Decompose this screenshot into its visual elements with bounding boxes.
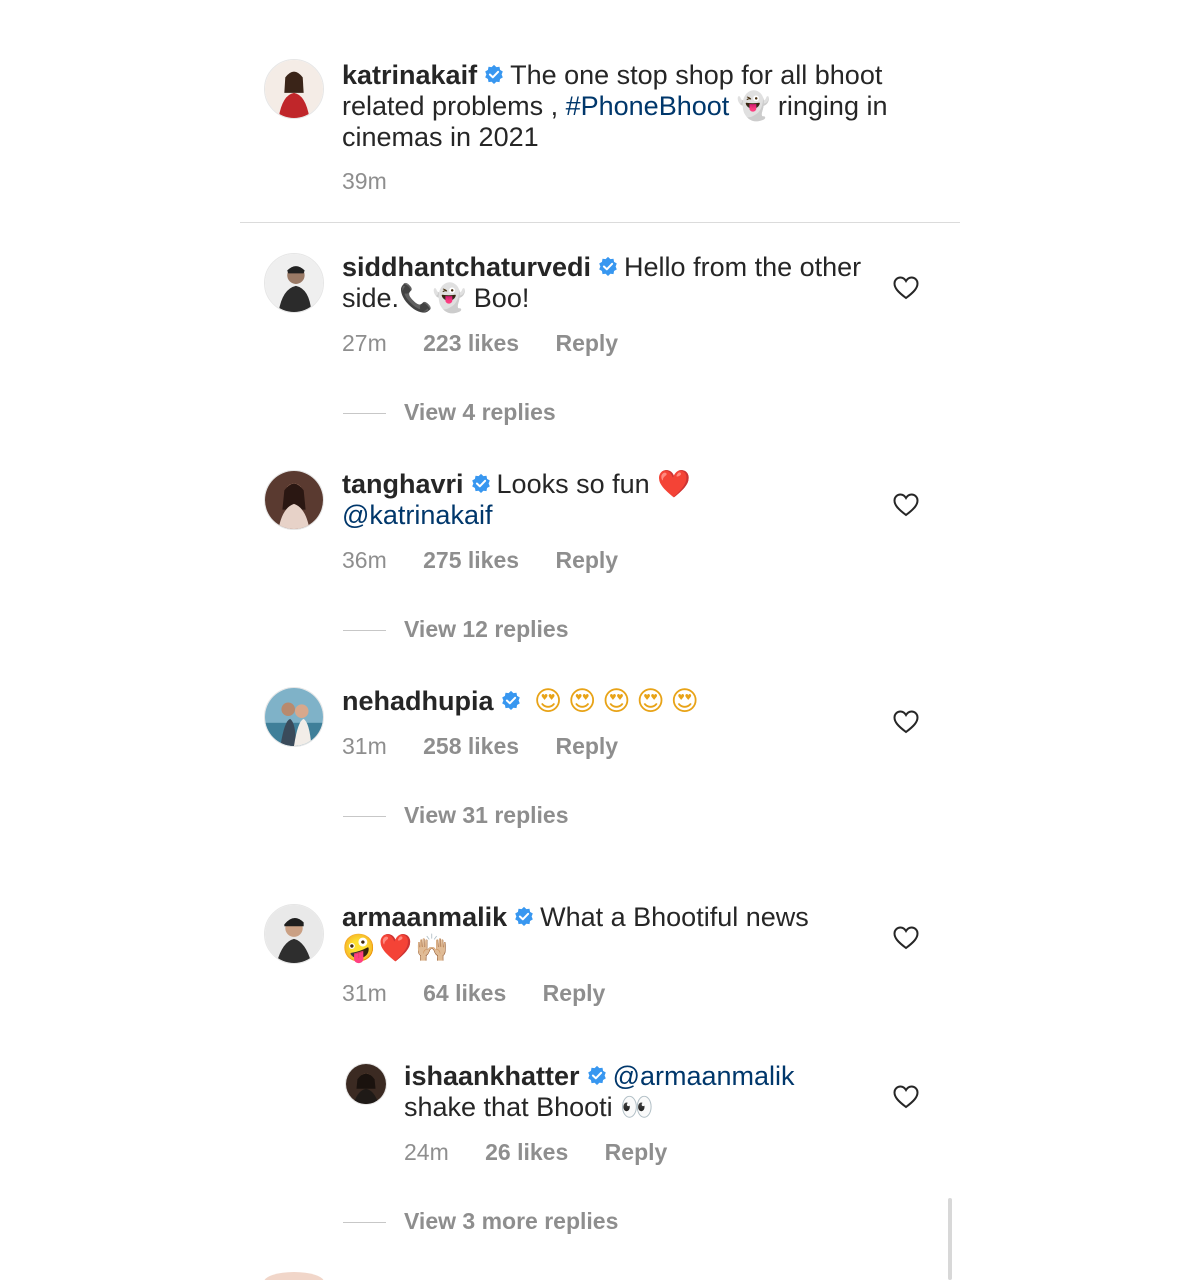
comment-text: armaanmalik What a Bhootiful news 🤪❤️🙌🏼 [342,902,862,964]
comment-text: nehadhupia 😍😍😍😍😍 [342,686,862,717]
comment-text: siddhantchaturvedi Hello from the other s… [342,252,862,314]
view-more-replies-label: View 3 more replies [404,1208,619,1234]
replies-line [343,630,386,632]
view-replies-button[interactable]: View 31 replies [343,802,569,829]
reply-body: shake that Bhooti [404,1092,621,1122]
avatar-nehadhupia[interactable] [264,687,324,747]
heart-icon[interactable] [893,926,919,950]
reply-likes[interactable]: 26 likes [485,1139,568,1166]
heart-icon[interactable] [893,493,919,517]
verified-badge-icon [586,1065,608,1087]
comment-time: 27m [342,330,387,356]
avatar-armaanmalik[interactable] [264,904,324,964]
caption-divider [240,222,960,223]
view-replies-label: View 12 replies [404,616,569,642]
reply-button[interactable]: Reply [605,1139,668,1166]
comment-likes[interactable]: 64 likes [423,980,506,1007]
comment-username[interactable]: nehadhupia [342,686,494,716]
replies-line [343,413,386,415]
heart-eyes-emoji: 😍😍😍😍😍 [534,686,705,717]
view-replies-label: View 31 replies [404,802,569,828]
comment-meta: 31m 258 likes Reply [342,733,618,760]
heart-icon[interactable] [893,276,919,300]
comments-panel: katrinakaif The one stop shop for all bho… [0,0,1200,1280]
caption-text: katrinakaif The one stop shop for all bho… [342,60,942,153]
comment-meta: 27m 223 likes Reply [342,330,618,357]
ghost-emoji: 👻 [736,91,771,122]
comment-body-end: Boo! [466,283,530,313]
view-replies-label: View 4 replies [404,399,556,425]
avatar-siddhantchaturvedi[interactable] [264,253,324,313]
reply-meta: 24m 26 likes Reply [404,1139,667,1166]
avatar-tanghavri[interactable] [264,470,324,530]
comment-meta: 36m 275 likes Reply [342,547,618,574]
reply-mention[interactable]: @armaanmalik [613,1061,795,1091]
caption-meta: 39m [342,168,387,195]
comment-time: 36m [342,547,387,573]
comment-meta: 31m 64 likes Reply [342,980,605,1007]
verified-badge-icon [470,473,492,495]
reply-text: ishaankhatter @armaanmalik shake that Bhoo… [404,1061,864,1123]
comment-username[interactable]: tanghavri [342,469,464,499]
verified-badge-icon [513,906,535,928]
view-replies-button[interactable]: View 12 replies [343,616,569,643]
eyes-emoji: 👀 [620,1092,654,1123]
verified-badge-icon [597,256,619,278]
comment-username[interactable]: siddhantchaturvedi [342,252,591,282]
scrollbar[interactable] [948,1198,952,1280]
heart-icon[interactable] [893,1085,919,1109]
comment-likes[interactable]: 275 likes [423,547,519,574]
comment-text: tanghavri Looks so fun ❤️ @katrinakaif [342,469,862,531]
comment-emoji: 🤪❤️🙌🏼 [342,933,452,964]
comment-likes[interactable]: 258 likes [423,733,519,760]
verified-badge-icon [500,690,522,712]
comment-username[interactable]: armaanmalik [342,902,507,932]
avatar-katrinakaif[interactable] [264,59,324,119]
next-comment-avatar [264,1272,324,1280]
caption-username[interactable]: katrinakaif [342,60,477,90]
replies-line [343,816,386,818]
reply-button[interactable]: Reply [543,980,606,1007]
verified-badge-icon [483,64,505,86]
caption-hashtag[interactable]: #PhoneBhoot [566,91,730,121]
reply-button[interactable]: Reply [555,547,618,574]
comment-likes[interactable]: 223 likes [423,330,519,357]
comment-time: 31m [342,980,387,1006]
reply-time: 24m [404,1139,449,1165]
comment-body: Looks so fun [496,469,658,499]
avatar-ishaankhatter[interactable] [345,1063,387,1105]
comment-mention[interactable]: @katrinakaif [342,500,492,530]
caption-time: 39m [342,168,387,194]
comment-time: 31m [342,733,387,759]
view-more-replies-button[interactable]: View 3 more replies [343,1208,618,1235]
reply-username[interactable]: ishaankhatter [404,1061,580,1091]
reply-button[interactable]: Reply [555,330,618,357]
reply-button[interactable]: Reply [555,733,618,760]
heart-emoji: ❤️ [657,469,691,500]
comment-emoji: 📞👻 [399,283,467,314]
comment-body: What a Bhootiful news [540,902,809,932]
heart-icon[interactable] [893,710,919,734]
view-replies-button[interactable]: View 4 replies [343,399,556,426]
replies-line [343,1222,386,1224]
